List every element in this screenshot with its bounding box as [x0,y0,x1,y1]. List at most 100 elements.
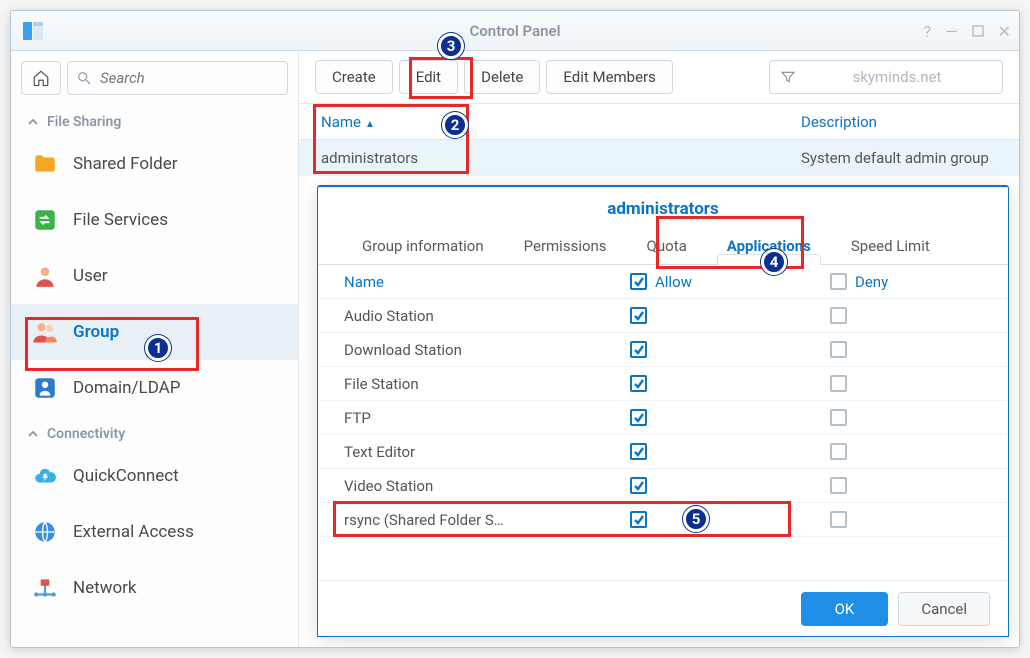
tab-quota[interactable]: Quota [627,227,707,264]
sidebar-item-label: External Access [73,522,194,542]
ok-button[interactable]: OK [801,592,889,626]
perm-col-allow[interactable]: Allow [630,273,830,291]
control-panel-window: Control Panel ? — ✕ [10,10,1020,648]
deny-checkbox[interactable] [830,443,847,460]
perm-app-name: Download Station [344,341,630,359]
section-file-sharing[interactable]: File Sharing [11,104,298,136]
edit-button[interactable]: Edit [399,60,458,94]
cloud-icon [31,462,59,490]
sidebar-item-label: User [73,266,108,286]
tab-applications[interactable]: Applications [707,227,831,264]
sidebar-item-label: QuickConnect [73,466,179,486]
group-icon [31,318,59,346]
sort-asc-icon: ▲ [365,119,375,130]
toolbar: Create Edit Delete Edit Members skyminds… [299,51,1019,104]
allow-checkbox[interactable] [630,375,647,392]
cell-name: administrators [321,149,801,167]
perm-app-name: File Station [344,375,630,393]
sidebar-item-shared-folder[interactable]: Shared Folder [11,136,298,192]
dialog-footer: OK Cancel [318,580,1008,636]
allow-checkbox[interactable] [630,341,647,358]
deny-checkbox[interactable] [830,375,847,392]
sidebar: File Sharing Shared Folder File Services… [11,51,299,647]
dialog-title: administrators [318,187,1008,227]
deny-checkbox[interactable] [830,477,847,494]
titlebar: Control Panel ? — ✕ [11,11,1019,51]
col-name-header[interactable]: Name▲ [321,113,801,131]
maximize-icon[interactable] [972,22,984,41]
sidebar-item-label: Group [73,322,119,342]
main-area: Create Edit Delete Edit Members skyminds… [299,51,1019,647]
transfer-icon [31,206,59,234]
sidebar-item-label: Shared Folder [73,154,178,174]
perm-row: File Station [318,367,1008,401]
deny-checkbox[interactable] [830,409,847,426]
tab-speed-limit[interactable]: Speed Limit [831,227,950,264]
delete-button[interactable]: Delete [464,60,540,94]
filter-field[interactable]: skyminds.net [769,60,1003,94]
create-button[interactable]: Create [315,60,393,94]
sidebar-item-label: Network [73,578,137,598]
perm-row: rsync (Shared Folder S… [318,503,1008,537]
perm-row: Audio Station [318,299,1008,333]
perm-row: FTP [318,401,1008,435]
perm-col-name[interactable]: Name [344,273,630,291]
dialog-tabs: Group information Permissions Quota Appl… [318,227,1008,265]
grid-row-administrators[interactable]: administrators System default admin grou… [299,140,1019,176]
cell-desc: System default admin group [801,149,997,167]
allow-checkbox[interactable] [630,409,647,426]
sidebar-item-label: File Services [73,210,168,230]
deny-checkbox[interactable] [830,341,847,358]
search-icon [76,70,92,90]
perm-row: Download Station [318,333,1008,367]
globe-icon [31,518,59,546]
sidebar-item-label: Domain/LDAP [73,378,181,398]
perm-col-deny[interactable]: Deny [830,273,982,291]
perm-app-name: Audio Station [344,307,630,325]
help-icon[interactable]: ? [924,22,932,41]
sidebar-item-external-access[interactable]: External Access [11,504,298,560]
app-icon [21,19,45,43]
close-icon[interactable]: ✕ [998,22,1011,41]
deny-checkbox[interactable] [830,511,847,528]
perm-app-name: Video Station [344,477,630,495]
allow-checkbox[interactable] [630,443,647,460]
edit-members-button[interactable]: Edit Members [546,60,673,94]
home-button[interactable] [21,61,61,95]
deny-checkbox[interactable] [830,307,847,324]
chevron-up-icon [27,428,39,440]
sidebar-item-file-services[interactable]: File Services [11,192,298,248]
search-input[interactable] [67,61,288,95]
perm-app-name: Text Editor [344,443,630,461]
edit-group-dialog: administrators Group information Permiss… [317,185,1009,637]
perm-app-name: rsync (Shared Folder S… [344,511,630,529]
sidebar-item-user[interactable]: User [11,248,298,304]
section-connectivity[interactable]: Connectivity [11,416,298,448]
window-title: Control Panel [11,22,1019,40]
allow-all-checkbox[interactable] [630,273,647,290]
perm-row: Text Editor [318,435,1008,469]
network-icon [31,574,59,602]
grid-header: Name▲ Description [299,104,1019,140]
user-icon [31,262,59,290]
perm-app-name: FTP [344,409,630,427]
filter-text: skyminds.net [804,68,990,86]
cancel-button[interactable]: Cancel [898,592,990,626]
allow-checkbox[interactable] [630,307,647,324]
funnel-icon [780,69,796,89]
folder-icon [31,150,59,178]
sidebar-item-group[interactable]: Group [11,304,298,360]
sidebar-item-domain-ldap[interactable]: Domain/LDAP [11,360,298,416]
deny-all-checkbox[interactable] [830,273,847,290]
sidebar-item-quickconnect[interactable]: QuickConnect [11,448,298,504]
tab-group-info[interactable]: Group information [342,227,504,264]
sidebar-item-network[interactable]: Network [11,560,298,616]
allow-checkbox[interactable] [630,477,647,494]
ldap-icon [31,374,59,402]
col-desc-header[interactable]: Description [801,113,997,131]
tab-permissions[interactable]: Permissions [504,227,627,264]
perm-header: Name Allow Deny [318,265,1008,299]
minimize-icon[interactable]: — [945,22,958,41]
perm-row: Video Station [318,469,1008,503]
allow-checkbox[interactable] [630,511,647,528]
